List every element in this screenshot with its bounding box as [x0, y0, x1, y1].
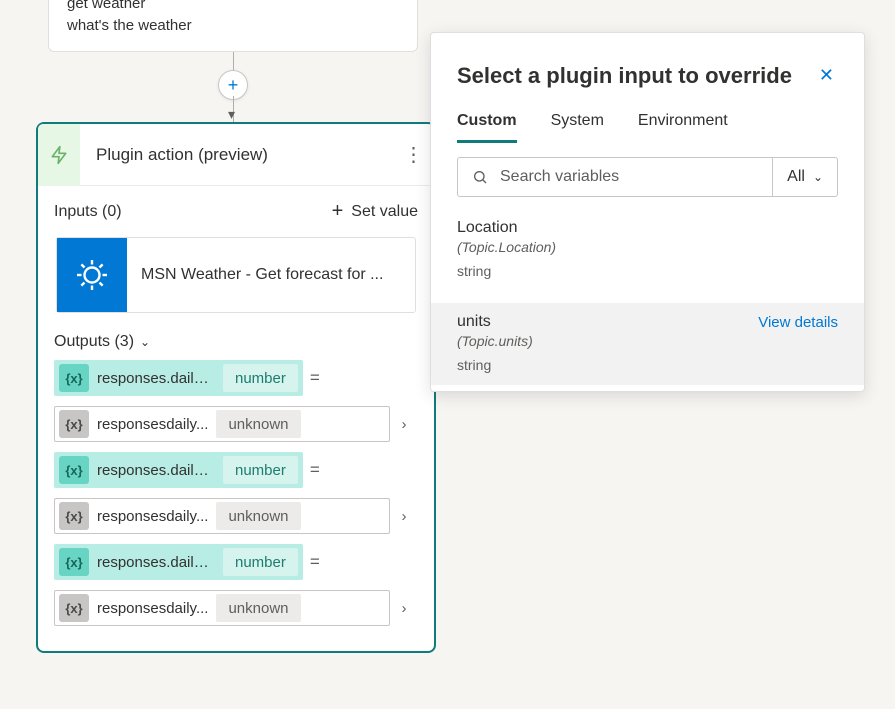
variables-list: Location (Topic.Location) string units View … — [457, 209, 838, 385]
flow-connector — [233, 52, 234, 72]
output-row[interactable]: {x}responses.daily....number= — [54, 543, 418, 581]
output-row[interactable]: {x}responsesdaily...unknown› — [54, 497, 418, 535]
variable-type: unknown — [216, 502, 300, 530]
inputs-label: Inputs (0) — [54, 203, 122, 221]
output-row[interactable]: {x}responsesdaily...unknown› — [54, 405, 418, 443]
variable-item-name: units — [457, 313, 491, 331]
variable-item[interactable]: Location (Topic.Location) string — [431, 209, 864, 291]
variable-item-type: string — [457, 263, 838, 279]
search-icon — [472, 169, 488, 185]
chevron-right-icon[interactable]: › — [390, 508, 418, 525]
variable-type: number — [223, 548, 298, 576]
output-row[interactable]: {x}responses.daily....number= — [54, 359, 418, 397]
variable-item[interactable]: units View details (Topic.units) string — [431, 303, 864, 385]
trigger-phrase: what's the weather — [67, 15, 399, 37]
equals-sign: = — [303, 460, 327, 480]
outputs-toggle[interactable]: Outputs (3) ⌄ — [38, 331, 434, 359]
override-panel: Select a plugin input to override ✕ Cust… — [430, 32, 865, 392]
set-value-button[interactable]: + Set value — [332, 200, 418, 223]
chevron-down-icon: ⌄ — [140, 335, 150, 349]
plugin-action-card[interactable]: Plugin action (preview) ⋮ Inputs (0) + S… — [36, 122, 436, 653]
plugin-icon — [38, 124, 80, 186]
chevron-right-icon[interactable]: › — [390, 600, 418, 617]
variable-icon: {x} — [59, 364, 89, 392]
variable-chip[interactable]: {x}responsesdaily...unknown — [54, 498, 390, 534]
variable-name: responsesdaily... — [93, 508, 216, 525]
variable-name: responsesdaily... — [93, 416, 216, 433]
card-header: Plugin action (preview) ⋮ — [38, 124, 434, 186]
trigger-card[interactable]: get weather what's the weather — [48, 0, 418, 52]
variable-name: responses.daily.... — [93, 462, 223, 479]
card-title: Plugin action (preview) — [80, 145, 394, 165]
filter-label: All — [787, 168, 805, 186]
variable-chip[interactable]: {x}responses.daily....number — [54, 360, 303, 396]
tab-custom[interactable]: Custom — [457, 112, 517, 143]
equals-sign: = — [303, 552, 327, 572]
variable-chip[interactable]: {x}responses.daily....number — [54, 452, 303, 488]
variable-chip[interactable]: {x}responsesdaily...unknown — [54, 590, 390, 626]
outputs-label: Outputs (3) — [54, 333, 134, 351]
search-input[interactable] — [498, 167, 772, 187]
variable-type: number — [223, 456, 298, 484]
panel-tabs: Custom System Environment — [457, 112, 838, 143]
variable-item-path: (Topic.Location) — [457, 239, 838, 255]
search-row: All ⌄ — [457, 157, 838, 197]
variable-name: responses.daily.... — [93, 370, 223, 387]
inputs-row: Inputs (0) + Set value — [38, 186, 434, 237]
variable-type: number — [223, 364, 298, 392]
variable-item-path: (Topic.units) — [457, 333, 838, 349]
tab-system[interactable]: System — [551, 112, 604, 143]
view-details-link[interactable]: View details — [758, 314, 838, 331]
variable-icon: {x} — [59, 594, 89, 622]
connector-tile[interactable]: MSN Weather - Get forecast for ... — [56, 237, 416, 313]
filter-dropdown[interactable]: All ⌄ — [772, 158, 837, 196]
variable-item-type: string — [457, 357, 838, 373]
variable-icon: {x} — [59, 502, 89, 530]
plus-icon: + — [332, 200, 344, 223]
variable-icon: {x} — [59, 456, 89, 484]
close-icon[interactable]: ✕ — [815, 61, 838, 90]
variable-chip[interactable]: {x}responsesdaily...unknown — [54, 406, 390, 442]
equals-sign: = — [303, 368, 327, 388]
trigger-phrase: get weather — [67, 0, 399, 15]
card-menu-button[interactable]: ⋮ — [394, 142, 434, 167]
variable-chip[interactable]: {x}responses.daily....number — [54, 544, 303, 580]
variable-icon: {x} — [59, 548, 89, 576]
tab-environment[interactable]: Environment — [638, 112, 728, 143]
variable-name: responsesdaily... — [93, 600, 216, 617]
panel-title: Select a plugin input to override — [457, 63, 792, 89]
variable-name: responses.daily.... — [93, 554, 223, 571]
arrow-down-icon: ▾ — [228, 106, 235, 123]
variable-type: unknown — [216, 594, 300, 622]
msn-weather-icon — [57, 238, 127, 312]
outputs-list: {x}responses.daily....number={x}response… — [38, 359, 434, 651]
output-row[interactable]: {x}responsesdaily...unknown› — [54, 589, 418, 627]
variable-type: unknown — [216, 410, 300, 438]
chevron-down-icon: ⌄ — [813, 170, 823, 184]
output-row[interactable]: {x}responses.daily....number= — [54, 451, 418, 489]
chevron-right-icon[interactable]: › — [390, 416, 418, 433]
set-value-label: Set value — [351, 203, 418, 221]
variable-item-name: Location — [457, 219, 518, 237]
connector-name: MSN Weather - Get forecast for ... — [127, 266, 415, 284]
variable-icon: {x} — [59, 410, 89, 438]
